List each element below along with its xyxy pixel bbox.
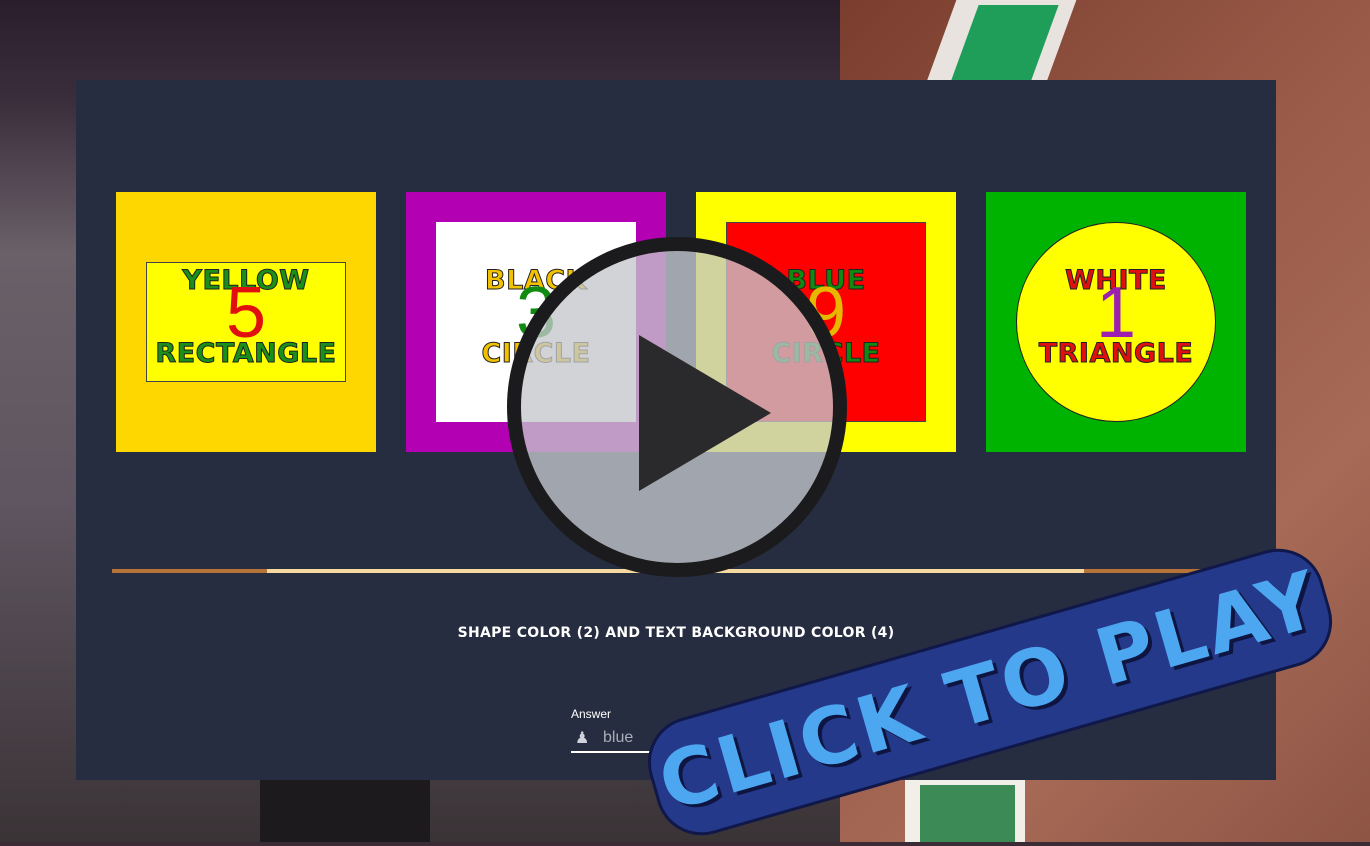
play-button[interactable] (507, 237, 847, 577)
card-1: YELLOW 5 RECTANGLE (116, 192, 376, 452)
user-secret-icon: ♟ (575, 730, 590, 747)
card-bottom-word: RECTANGLE (155, 338, 337, 370)
play-icon (639, 335, 771, 491)
card-bottom-word: TRIANGLE (1038, 338, 1194, 370)
card-4: WHITE 1 TRIANGLE (986, 192, 1246, 452)
